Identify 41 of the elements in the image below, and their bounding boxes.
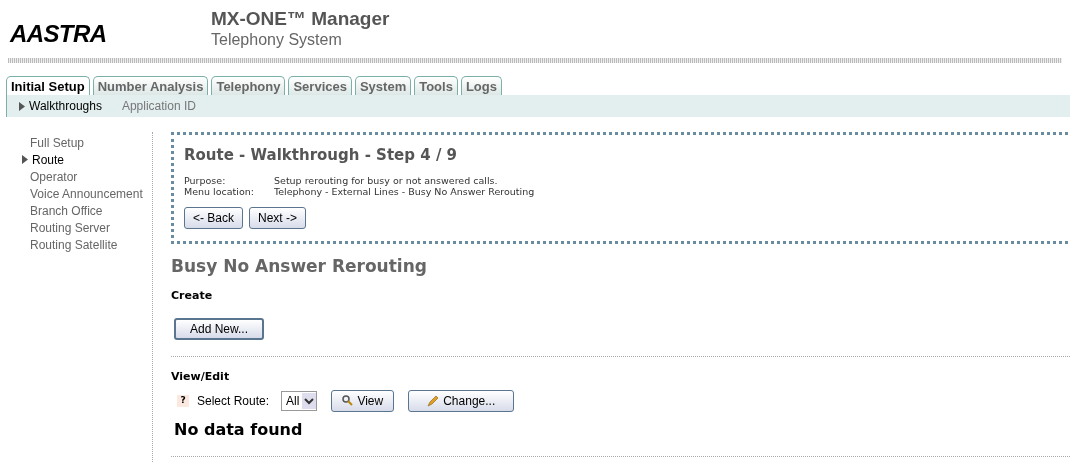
- nav-tab[interactable]: Initial Setup: [6, 76, 90, 95]
- nav-tab[interactable]: Logs: [460, 76, 502, 95]
- sidebar-item[interactable]: Branch Office: [30, 203, 103, 218]
- nav-tab[interactable]: Number Analysis: [92, 76, 209, 95]
- arrow-icon: [19, 101, 25, 111]
- search-icon: [342, 395, 354, 406]
- info-value: Setup rerouting for busy or not answered calls.: [274, 174, 499, 186]
- back-button[interactable]: <- Back: [184, 206, 243, 229]
- change-button[interactable]: Change...: [408, 389, 515, 412]
- sub-tab[interactable]: Application ID: [121, 97, 196, 115]
- app-subtitle: Telephony System: [211, 30, 343, 50]
- walkthrough-title: Route - Walkthrough - Step 4 / 9: [184, 145, 459, 166]
- pencil-icon: [427, 394, 440, 407]
- nav-tab[interactable]: System: [354, 76, 412, 95]
- logo: AASTRA: [10, 22, 107, 46]
- arrow-icon: [22, 155, 28, 164]
- app-title: MX-ONE™ Manager: [211, 8, 390, 30]
- info-value: Telephony - External Lines - Busy No Answer Rerouting: [274, 185, 536, 197]
- select-label: Select Route:: [197, 392, 270, 410]
- view-button[interactable]: View: [331, 389, 395, 412]
- nav-tab[interactable]: Services: [288, 76, 352, 95]
- help-icon[interactable]: ?: [177, 394, 189, 407]
- sidebar-item[interactable]: Operator: [30, 169, 78, 184]
- section-heading: Create: [171, 287, 214, 304]
- add-new-button[interactable]: Add New...: [174, 318, 265, 340]
- dropdown-icon: [302, 392, 317, 409]
- route-select[interactable]: All: [281, 390, 318, 411]
- sidebar-item[interactable]: Routing Satellite: [30, 237, 118, 252]
- sidebar-item[interactable]: Voice Announcement: [30, 186, 143, 201]
- section-heading: View/Edit: [171, 369, 231, 385]
- next-button[interactable]: Next ->: [249, 206, 307, 229]
- page-title: Busy No Answer Rerouting: [171, 255, 428, 278]
- sub-tab[interactable]: Walkthroughs: [29, 97, 102, 115]
- nav-tab[interactable]: Tools: [414, 76, 458, 95]
- empty-message: No data found: [174, 418, 304, 441]
- sidebar-item[interactable]: Routing Server: [30, 220, 111, 235]
- nav-tab[interactable]: Telephony: [211, 76, 286, 95]
- info-label: Purpose:: [184, 174, 227, 186]
- info-label: Menu location:: [184, 185, 255, 197]
- sidebar-item[interactable]: Full Setup: [30, 135, 85, 150]
- sidebar-item[interactable]: Route: [32, 152, 65, 167]
